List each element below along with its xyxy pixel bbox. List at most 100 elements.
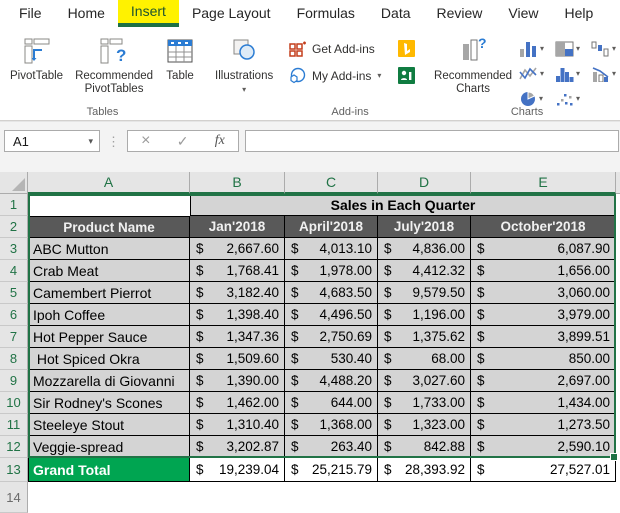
row-header[interactable]: 7 bbox=[0, 326, 28, 348]
tab-file[interactable]: File bbox=[6, 0, 55, 27]
tab-view[interactable]: View bbox=[495, 0, 551, 27]
column-header-e[interactable]: E bbox=[471, 172, 616, 194]
active-cell-a1[interactable] bbox=[28, 194, 190, 216]
value-cell-october[interactable]: $1,273.50 bbox=[471, 414, 616, 436]
pivottable-button[interactable]: PivotTable bbox=[4, 30, 69, 83]
name-box-dropdown-icon[interactable]: ▾ bbox=[88, 136, 99, 147]
row-header[interactable]: 8 bbox=[0, 348, 28, 370]
value-cell-jan[interactable]: $1,347.36 bbox=[190, 326, 285, 348]
row-header[interactable]: 11 bbox=[0, 414, 28, 436]
value-cell-jan[interactable]: $1,310.40 bbox=[190, 414, 285, 436]
value-cell-july[interactable]: $1,323.00 bbox=[378, 414, 471, 436]
grand-total-jan[interactable]: $19,239.04 bbox=[190, 458, 285, 482]
table-button[interactable]: Table bbox=[159, 30, 201, 83]
value-cell-july[interactable]: $4,412.32 bbox=[378, 260, 471, 282]
value-cell-april[interactable]: $1,368.00 bbox=[285, 414, 378, 436]
formula-bar-resize-handle[interactable]: ⋮ bbox=[107, 134, 120, 150]
value-cell-april[interactable]: $4,496.50 bbox=[285, 304, 378, 326]
product-name-cell[interactable]: Veggie-spread bbox=[28, 436, 190, 458]
illustrations-button[interactable]: Illustrations ▾ bbox=[209, 30, 279, 94]
value-cell-july[interactable]: $68.00 bbox=[378, 348, 471, 370]
value-cell-october[interactable]: $3,979.00 bbox=[471, 304, 616, 326]
product-name-cell[interactable]: Sir Rodney's Scones bbox=[28, 392, 190, 414]
value-cell-april[interactable]: $1,978.00 bbox=[285, 260, 378, 282]
value-cell-jan[interactable]: $2,667.60 bbox=[190, 238, 285, 260]
formula-input[interactable] bbox=[245, 130, 619, 152]
value-cell-april[interactable]: $2,750.69 bbox=[285, 326, 378, 348]
value-cell-april[interactable]: $644.00 bbox=[285, 392, 378, 414]
grand-total-april[interactable]: $25,215.79 bbox=[285, 458, 378, 482]
name-box[interactable]: A1 ▾ bbox=[4, 130, 100, 152]
tab-insert[interactable]: Insert bbox=[117, 0, 179, 27]
value-cell-july[interactable]: $4,836.00 bbox=[378, 238, 471, 260]
row-header[interactable]: 4 bbox=[0, 260, 28, 282]
row-header[interactable]: 3 bbox=[0, 238, 28, 260]
product-name-cell[interactable]: Hot Pepper Sauce bbox=[28, 326, 190, 348]
value-cell-october[interactable]: $2,697.00 bbox=[471, 370, 616, 392]
value-cell-april[interactable]: $530.40 bbox=[285, 348, 378, 370]
column-chart-button[interactable]: ▾ bbox=[519, 36, 555, 61]
tab-formulas[interactable]: Formulas bbox=[284, 0, 368, 27]
value-cell-july[interactable]: $1,196.00 bbox=[378, 304, 471, 326]
value-cell-april[interactable]: $263.40 bbox=[285, 436, 378, 458]
column-header-b[interactable]: B bbox=[190, 172, 285, 194]
tab-help[interactable]: Help bbox=[552, 0, 607, 27]
select-all-button[interactable] bbox=[0, 172, 28, 194]
column-header-a[interactable]: A bbox=[28, 172, 190, 194]
value-cell-october[interactable]: $2,590.10 bbox=[471, 436, 616, 458]
value-cell-july[interactable]: $9,579.50 bbox=[378, 282, 471, 304]
row-header[interactable]: 6 bbox=[0, 304, 28, 326]
row-header[interactable]: 10 bbox=[0, 392, 28, 414]
value-cell-october[interactable]: $850.00 bbox=[471, 348, 616, 370]
column-header-d[interactable]: D bbox=[378, 172, 471, 194]
value-cell-october[interactable]: $1,656.00 bbox=[471, 260, 616, 282]
grand-total-october[interactable]: $27,527.01 bbox=[471, 458, 616, 482]
tab-page-layout[interactable]: Page Layout bbox=[179, 0, 284, 27]
header-cell-october[interactable]: October'2018 bbox=[471, 216, 616, 238]
grand-total-label-cell[interactable]: Grand Total bbox=[28, 458, 190, 482]
value-cell-jan[interactable]: $3,202.87 bbox=[190, 436, 285, 458]
header-cell-jan[interactable]: Jan'2018 bbox=[190, 216, 285, 238]
my-addins-button[interactable]: My Add-ins ▾ bbox=[289, 67, 416, 84]
header-cell-april[interactable]: April'2018 bbox=[285, 216, 378, 238]
line-chart-button[interactable]: ▾ bbox=[519, 61, 555, 86]
grand-total-july[interactable]: $28,393.92 bbox=[378, 458, 471, 482]
fill-handle[interactable] bbox=[610, 453, 618, 461]
value-cell-jan[interactable]: $1,390.00 bbox=[190, 370, 285, 392]
insert-function-icon[interactable]: fx bbox=[215, 133, 225, 149]
empty-cell[interactable] bbox=[28, 482, 190, 513]
product-name-cell[interactable]: Crab Meat bbox=[28, 260, 190, 282]
value-cell-jan[interactable]: $3,182.40 bbox=[190, 282, 285, 304]
product-name-cell[interactable]: Ipoh Coffee bbox=[28, 304, 190, 326]
row-header[interactable]: 12 bbox=[0, 436, 28, 458]
value-cell-july[interactable]: $3,027.60 bbox=[378, 370, 471, 392]
value-cell-july[interactable]: $1,375.62 bbox=[378, 326, 471, 348]
value-cell-jan[interactable]: $1,462.00 bbox=[190, 392, 285, 414]
sheet-title-cell[interactable]: Sales in Each Quarter bbox=[190, 194, 616, 216]
value-cell-october[interactable]: $3,899.51 bbox=[471, 326, 616, 348]
cancel-icon[interactable]: × bbox=[141, 132, 150, 150]
value-cell-october[interactable]: $6,087.90 bbox=[471, 238, 616, 260]
product-name-cell[interactable]: Mozzarella di Giovanni bbox=[28, 370, 190, 392]
product-name-cell[interactable]: Hot Spiced Okra bbox=[28, 348, 190, 370]
value-cell-jan[interactable]: $1,509.60 bbox=[190, 348, 285, 370]
tab-home[interactable]: Home bbox=[55, 0, 118, 27]
row-header-2[interactable]: 2 bbox=[0, 216, 28, 238]
product-name-cell[interactable]: Camembert Pierrot bbox=[28, 282, 190, 304]
row-header-1[interactable]: 1 bbox=[0, 194, 28, 216]
value-cell-july[interactable]: $842.88 bbox=[378, 436, 471, 458]
header-cell-july[interactable]: July'2018 bbox=[378, 216, 471, 238]
row-header[interactable]: 5 bbox=[0, 282, 28, 304]
tab-data[interactable]: Data bbox=[368, 0, 424, 27]
row-header-13[interactable]: 13 bbox=[0, 458, 28, 482]
row-header-14[interactable]: 14 bbox=[0, 482, 28, 513]
recommended-pivottables-button[interactable]: ? Recommended PivotTables bbox=[69, 30, 159, 96]
value-cell-october[interactable]: $1,434.00 bbox=[471, 392, 616, 414]
value-cell-october[interactable]: $3,060.00 bbox=[471, 282, 616, 304]
combo-chart-button[interactable]: ▾ bbox=[591, 61, 620, 86]
value-cell-april[interactable]: $4,683.50 bbox=[285, 282, 378, 304]
enter-icon[interactable]: ✓ bbox=[177, 133, 189, 150]
value-cell-april[interactable]: $4,013.10 bbox=[285, 238, 378, 260]
waterfall-chart-button[interactable]: ▾ bbox=[591, 36, 620, 61]
value-cell-jan[interactable]: $1,768.41 bbox=[190, 260, 285, 282]
